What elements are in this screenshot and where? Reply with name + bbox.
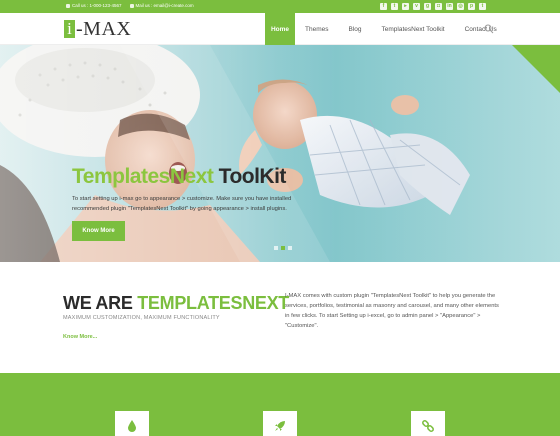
- search-icon[interactable]: [484, 24, 494, 34]
- intro-title-dark: WE ARE: [63, 293, 138, 313]
- intro-title-green: TEMPLATESNEXT: [137, 293, 290, 313]
- main-nav: Home Themes Blog TemplatesNext Toolkit C…: [265, 13, 507, 45]
- hero-slider: TemplatesNext ToolKit To start setting u…: [0, 45, 560, 262]
- social-links: f t ▸ v g ◘ in ◎ p t: [380, 3, 486, 10]
- intro-paragraph: I-MAX comes with custom plugin "Template…: [285, 293, 499, 329]
- intro-title: WE ARE TEMPLATESNEXT: [63, 293, 289, 314]
- tumblr-icon[interactable]: t: [479, 3, 486, 10]
- hero-description: To start setting up i-max go to appearan…: [72, 196, 292, 212]
- drop-icon: [128, 420, 136, 432]
- dribbble-icon[interactable]: ◎: [457, 3, 464, 10]
- rocket-icon: [275, 421, 285, 431]
- site-logo[interactable]: i -MAX: [64, 19, 131, 39]
- site-header: i -MAX Home Themes Blog TemplatesNext To…: [0, 13, 560, 45]
- nav-item-contact[interactable]: Contact Us: [455, 13, 507, 45]
- contact-info: Call us : 1-000-123-4567 Mail us : email…: [66, 3, 194, 8]
- instagram-icon[interactable]: ◘: [435, 3, 442, 10]
- pinterest-icon[interactable]: p: [468, 3, 475, 10]
- corner-decoration: [512, 45, 560, 93]
- phone-icon: [66, 3, 70, 8]
- link-icon: [422, 420, 434, 432]
- logo-mark: i: [64, 20, 75, 38]
- slider-dot-2[interactable]: [281, 246, 285, 250]
- youtube-icon[interactable]: ▸: [402, 3, 409, 10]
- mail-icon: [129, 3, 134, 8]
- feature-box-1[interactable]: [115, 411, 149, 436]
- intro-subtitle: MAXIMUM CUSTOMIZATION, MAXIMUM FUNCTIONA…: [63, 315, 220, 321]
- slider-dot-1[interactable]: [274, 246, 278, 250]
- nav-item-themes[interactable]: Themes: [295, 13, 338, 45]
- vimeo-icon[interactable]: v: [413, 3, 420, 10]
- logo-text: -MAX: [76, 18, 132, 40]
- call-info: Call us : 1-000-123-4567: [66, 3, 122, 8]
- linkedin-icon[interactable]: in: [446, 3, 453, 10]
- hero-title-green: TemplatesNext: [72, 165, 214, 188]
- slider-dots: [274, 246, 292, 250]
- top-bar: Call us : 1-000-123-4567 Mail us : email…: [0, 0, 560, 13]
- feature-box-3[interactable]: [411, 411, 445, 436]
- nav-item-blog[interactable]: Blog: [338, 13, 371, 45]
- hero-title-dark: ToolKit: [213, 165, 287, 188]
- twitter-icon[interactable]: t: [391, 3, 398, 10]
- hero-title: TemplatesNext ToolKit: [72, 165, 286, 189]
- hero-know-more-button[interactable]: Know More: [72, 221, 125, 241]
- intro-know-more-link[interactable]: Know More...: [63, 334, 97, 340]
- facebook-icon[interactable]: f: [380, 3, 387, 10]
- email-text[interactable]: Mail us : email@i-create.com: [136, 3, 194, 8]
- nav-item-home[interactable]: Home: [265, 13, 295, 45]
- slider-dot-3[interactable]: [288, 246, 292, 250]
- email-info[interactable]: Mail us : email@i-create.com: [129, 3, 194, 8]
- feature-box-2[interactable]: [263, 411, 297, 436]
- googleplus-icon[interactable]: g: [424, 3, 431, 10]
- nav-item-toolkit[interactable]: TemplatesNext Toolkit: [372, 13, 455, 45]
- call-text: Call us : 1-000-123-4567: [72, 3, 122, 8]
